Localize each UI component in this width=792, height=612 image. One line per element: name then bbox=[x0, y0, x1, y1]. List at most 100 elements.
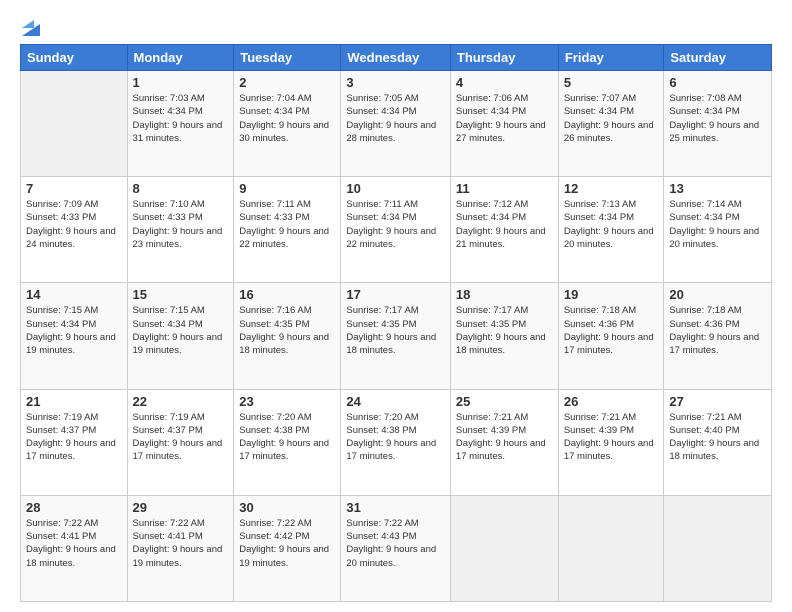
calendar-cell: 18 Sunrise: 7:17 AMSunset: 4:35 PMDayligh… bbox=[450, 283, 558, 389]
cell-info: Sunrise: 7:13 AMSunset: 4:34 PMDaylight:… bbox=[564, 198, 659, 251]
cell-info: Sunrise: 7:15 AMSunset: 4:34 PMDaylight:… bbox=[26, 304, 122, 357]
calendar-cell bbox=[664, 495, 772, 601]
cell-day-number: 9 bbox=[239, 181, 335, 196]
cell-info: Sunrise: 7:21 AMSunset: 4:40 PMDaylight:… bbox=[669, 411, 766, 464]
cell-day-number: 25 bbox=[456, 394, 553, 409]
cell-day-number: 17 bbox=[346, 287, 445, 302]
calendar-cell: 19Sunrise: 7:18 AMSunset: 4:36 PMDayligh… bbox=[558, 283, 664, 389]
cell-info: Sunrise: 7:16 AMSunset: 4:35 PMDaylight:… bbox=[239, 304, 335, 357]
cell-info: Sunrise: 7:22 AMSunset: 4:41 PMDaylight:… bbox=[26, 517, 122, 570]
calendar-cell: 9 Sunrise: 7:11 AMSunset: 4:33 PMDaylight… bbox=[234, 177, 341, 283]
cell-info: Sunrise: 7:10 AMSunset: 4:33 PMDaylight:… bbox=[133, 198, 229, 251]
cell-info: Sunrise: 7:08 AMSunset: 4:34 PMDaylight:… bbox=[669, 92, 766, 145]
cell-day-number: 2 bbox=[239, 75, 335, 90]
calendar-cell bbox=[450, 495, 558, 601]
cell-info: Sunrise: 7:03 AMSunset: 4:34 PMDaylight:… bbox=[133, 92, 229, 145]
cell-day-number: 20 bbox=[669, 287, 766, 302]
cell-day-number: 26 bbox=[564, 394, 659, 409]
calendar-cell: 1 Sunrise: 7:03 AMSunset: 4:34 PMDaylight… bbox=[127, 71, 234, 177]
cell-info: Sunrise: 7:17 AMSunset: 4:35 PMDaylight:… bbox=[456, 304, 553, 357]
logo-icon bbox=[22, 16, 40, 36]
header-wednesday: Wednesday bbox=[341, 45, 451, 71]
cell-day-number: 14 bbox=[26, 287, 122, 302]
week-row-2: 14 Sunrise: 7:15 AMSunset: 4:34 PMDayligh… bbox=[21, 283, 772, 389]
calendar-cell: 26 Sunrise: 7:21 AMSunset: 4:39 PMDayligh… bbox=[558, 389, 664, 495]
cell-info: Sunrise: 7:22 AMSunset: 4:43 PMDaylight:… bbox=[346, 517, 445, 570]
cell-day-number: 27 bbox=[669, 394, 766, 409]
cell-day-number: 6 bbox=[669, 75, 766, 90]
calendar-table: SundayMondayTuesdayWednesdayThursdayFrid… bbox=[20, 44, 772, 602]
calendar-cell: 4Sunrise: 7:06 AMSunset: 4:34 PMDaylight… bbox=[450, 71, 558, 177]
calendar-cell: 25 Sunrise: 7:21 AMSunset: 4:39 PMDayligh… bbox=[450, 389, 558, 495]
calendar-cell: 17 Sunrise: 7:17 AMSunset: 4:35 PMDayligh… bbox=[341, 283, 451, 389]
cell-day-number: 7 bbox=[26, 181, 122, 196]
calendar-cell: 29 Sunrise: 7:22 AMSunset: 4:41 PMDayligh… bbox=[127, 495, 234, 601]
cell-day-number: 21 bbox=[26, 394, 122, 409]
cell-info: Sunrise: 7:11 AMSunset: 4:34 PMDaylight:… bbox=[346, 198, 445, 251]
calendar-cell: 21 Sunrise: 7:19 AMSunset: 4:37 PMDayligh… bbox=[21, 389, 128, 495]
header-saturday: Saturday bbox=[664, 45, 772, 71]
calendar-cell: 3 Sunrise: 7:05 AMSunset: 4:34 PMDaylight… bbox=[341, 71, 451, 177]
cell-day-number: 13 bbox=[669, 181, 766, 196]
calendar-cell: 14 Sunrise: 7:15 AMSunset: 4:34 PMDayligh… bbox=[21, 283, 128, 389]
cell-day-number: 15 bbox=[133, 287, 229, 302]
calendar-cell: 12 Sunrise: 7:13 AMSunset: 4:34 PMDayligh… bbox=[558, 177, 664, 283]
cell-info: Sunrise: 7:09 AMSunset: 4:33 PMDaylight:… bbox=[26, 198, 122, 251]
header-friday: Friday bbox=[558, 45, 664, 71]
cell-info: Sunrise: 7:12 AMSunset: 4:34 PMDaylight:… bbox=[456, 198, 553, 251]
cell-info: Sunrise: 7:20 AMSunset: 4:38 PMDaylight:… bbox=[346, 411, 445, 464]
cell-day-number: 18 bbox=[456, 287, 553, 302]
header-thursday: Thursday bbox=[450, 45, 558, 71]
cell-info: Sunrise: 7:18 AMSunset: 4:36 PMDaylight:… bbox=[564, 304, 659, 357]
week-row-3: 21 Sunrise: 7:19 AMSunset: 4:37 PMDayligh… bbox=[21, 389, 772, 495]
calendar-cell: 28 Sunrise: 7:22 AMSunset: 4:41 PMDayligh… bbox=[21, 495, 128, 601]
calendar-cell bbox=[558, 495, 664, 601]
week-row-4: 28 Sunrise: 7:22 AMSunset: 4:41 PMDayligh… bbox=[21, 495, 772, 601]
cell-day-number: 23 bbox=[239, 394, 335, 409]
calendar-cell: 23 Sunrise: 7:20 AMSunset: 4:38 PMDayligh… bbox=[234, 389, 341, 495]
cell-day-number: 12 bbox=[564, 181, 659, 196]
cell-info: Sunrise: 7:20 AMSunset: 4:38 PMDaylight:… bbox=[239, 411, 335, 464]
calendar-body: 1 Sunrise: 7:03 AMSunset: 4:34 PMDaylight… bbox=[21, 71, 772, 602]
calendar-cell: 10Sunrise: 7:11 AMSunset: 4:34 PMDayligh… bbox=[341, 177, 451, 283]
cell-info: Sunrise: 7:21 AMSunset: 4:39 PMDaylight:… bbox=[456, 411, 553, 464]
week-row-1: 7 Sunrise: 7:09 AMSunset: 4:33 PMDaylight… bbox=[21, 177, 772, 283]
cell-info: Sunrise: 7:19 AMSunset: 4:37 PMDaylight:… bbox=[26, 411, 122, 464]
cell-day-number: 1 bbox=[133, 75, 229, 90]
cell-info: Sunrise: 7:06 AMSunset: 4:34 PMDaylight:… bbox=[456, 92, 553, 145]
cell-info: Sunrise: 7:21 AMSunset: 4:39 PMDaylight:… bbox=[564, 411, 659, 464]
calendar-cell: 24 Sunrise: 7:20 AMSunset: 4:38 PMDayligh… bbox=[341, 389, 451, 495]
calendar-cell: 31 Sunrise: 7:22 AMSunset: 4:43 PMDayligh… bbox=[341, 495, 451, 601]
cell-info: Sunrise: 7:04 AMSunset: 4:34 PMDaylight:… bbox=[239, 92, 335, 145]
header bbox=[20, 16, 772, 36]
cell-info: Sunrise: 7:22 AMSunset: 4:41 PMDaylight:… bbox=[133, 517, 229, 570]
cell-info: Sunrise: 7:14 AMSunset: 4:34 PMDaylight:… bbox=[669, 198, 766, 251]
calendar-cell: 8 Sunrise: 7:10 AMSunset: 4:33 PMDaylight… bbox=[127, 177, 234, 283]
cell-day-number: 11 bbox=[456, 181, 553, 196]
cell-day-number: 8 bbox=[133, 181, 229, 196]
logo bbox=[20, 16, 40, 36]
cell-info: Sunrise: 7:22 AMSunset: 4:42 PMDaylight:… bbox=[239, 517, 335, 570]
cell-day-number: 30 bbox=[239, 500, 335, 515]
cell-info: Sunrise: 7:11 AMSunset: 4:33 PMDaylight:… bbox=[239, 198, 335, 251]
cell-day-number: 29 bbox=[133, 500, 229, 515]
cell-day-number: 3 bbox=[346, 75, 445, 90]
cell-day-number: 24 bbox=[346, 394, 445, 409]
cell-day-number: 5 bbox=[564, 75, 659, 90]
cell-info: Sunrise: 7:05 AMSunset: 4:34 PMDaylight:… bbox=[346, 92, 445, 145]
header-sunday: Sunday bbox=[21, 45, 128, 71]
cell-info: Sunrise: 7:17 AMSunset: 4:35 PMDaylight:… bbox=[346, 304, 445, 357]
calendar-cell: 6 Sunrise: 7:08 AMSunset: 4:34 PMDaylight… bbox=[664, 71, 772, 177]
calendar-cell bbox=[21, 71, 128, 177]
cell-day-number: 16 bbox=[239, 287, 335, 302]
calendar-cell: 11 Sunrise: 7:12 AMSunset: 4:34 PMDayligh… bbox=[450, 177, 558, 283]
calendar-cell: 22Sunrise: 7:19 AMSunset: 4:37 PMDayligh… bbox=[127, 389, 234, 495]
calendar-cell: 15Sunrise: 7:15 AMSunset: 4:34 PMDayligh… bbox=[127, 283, 234, 389]
calendar-cell: 5Sunrise: 7:07 AMSunset: 4:34 PMDaylight… bbox=[558, 71, 664, 177]
cell-day-number: 28 bbox=[26, 500, 122, 515]
calendar-cell: 13 Sunrise: 7:14 AMSunset: 4:34 PMDayligh… bbox=[664, 177, 772, 283]
calendar-cell: 20Sunrise: 7:18 AMSunset: 4:36 PMDayligh… bbox=[664, 283, 772, 389]
calendar-cell: 2 Sunrise: 7:04 AMSunset: 4:34 PMDaylight… bbox=[234, 71, 341, 177]
cell-day-number: 31 bbox=[346, 500, 445, 515]
cell-info: Sunrise: 7:19 AMSunset: 4:37 PMDaylight:… bbox=[133, 411, 229, 464]
